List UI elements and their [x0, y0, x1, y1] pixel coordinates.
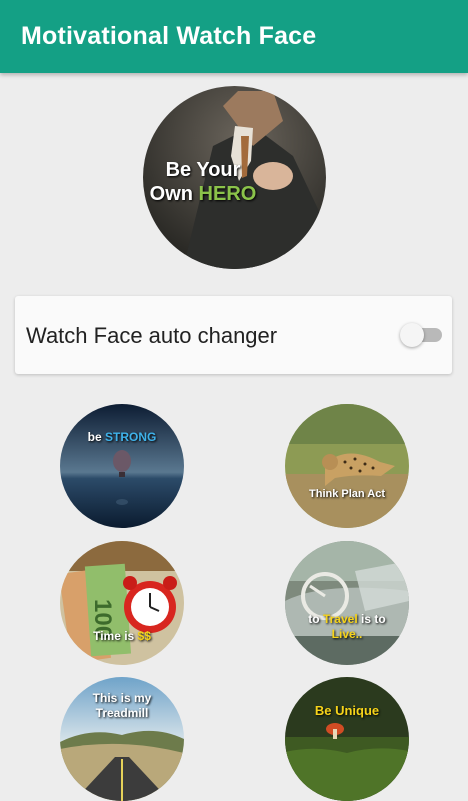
hero-caption: Be Your Own HERO	[143, 158, 263, 206]
face-caption-part: to	[308, 612, 323, 626]
auto-changer-label: Watch Face auto changer	[26, 323, 278, 348]
watch-face-travel[interactable]: to Travel is to Live..	[285, 541, 409, 665]
hero-caption-hero: HERO	[198, 183, 257, 205]
face-caption-travel: Travel	[322, 612, 358, 626]
face-caption: be STRONG	[60, 430, 184, 444]
face-caption-line2: Live..	[331, 627, 363, 641]
watch-face-time-is-money[interactable]: 100 Time is $$	[60, 541, 184, 665]
face-caption: Time is $$	[60, 629, 184, 643]
face-caption: This is my Treadmill	[60, 691, 184, 721]
balloon-sky-image	[60, 404, 184, 528]
watch-face-think-plan-act[interactable]: Think Plan Act	[285, 404, 409, 528]
face-caption-part: be	[87, 430, 105, 444]
app-title: Motivational Watch Face	[21, 22, 317, 50]
app-bar: Motivational Watch Face	[0, 0, 468, 73]
hero-watch-face[interactable]: Be Your Own HERO	[143, 86, 326, 269]
vintage-car-image	[285, 541, 409, 665]
clock-money-image: 100	[60, 541, 184, 665]
face-caption: Think Plan Act	[309, 488, 385, 500]
face-caption-dollars: $$	[137, 629, 151, 643]
face-caption-line1: to Travel is to	[285, 612, 409, 627]
watch-face-be-unique[interactable]: Be Unique	[285, 677, 409, 801]
watch-face-be-strong[interactable]: be STRONG	[60, 404, 184, 528]
face-caption-part: Time is	[93, 629, 138, 643]
auto-changer-toggle[interactable]	[400, 322, 446, 348]
auto-changer-card: Watch Face auto changer	[15, 296, 452, 374]
face-caption-strong: STRONG	[105, 430, 157, 444]
hero-caption-line2: Own HERO	[143, 182, 263, 206]
face-caption: to Travel is to Live..	[285, 612, 409, 642]
mushroom-forest-image	[285, 677, 409, 801]
hero-caption-line1: Be Your	[165, 159, 241, 181]
toggle-thumb	[400, 323, 424, 347]
face-caption: Be Unique	[314, 703, 380, 718]
hero-caption-own: Own	[149, 183, 199, 205]
face-caption-line1: This is my	[92, 691, 152, 705]
watch-face-treadmill[interactable]: This is my Treadmill	[60, 677, 184, 801]
face-caption-part: is to	[357, 612, 386, 626]
face-caption-line2: Treadmill	[95, 706, 149, 720]
cheetah-grass-image	[285, 404, 409, 528]
